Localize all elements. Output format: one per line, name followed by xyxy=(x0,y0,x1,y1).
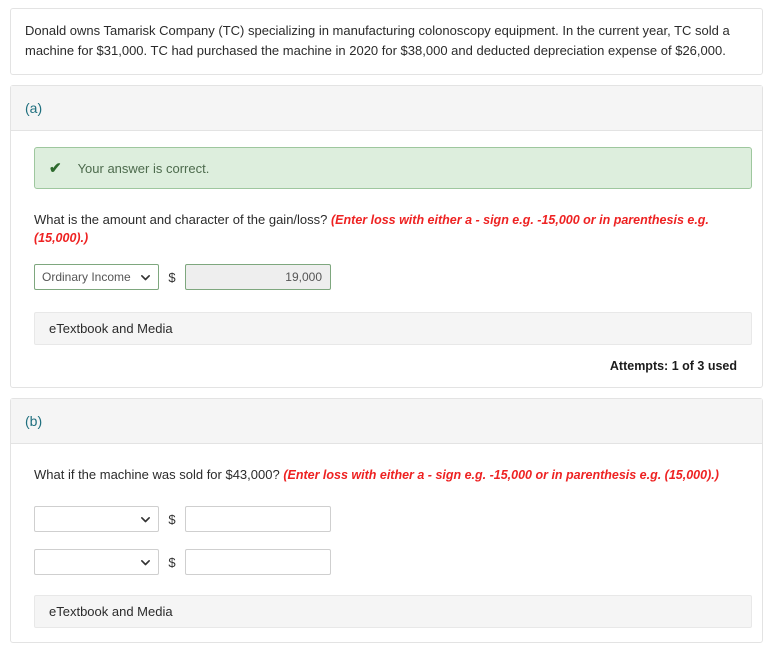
amount-input-b1[interactable] xyxy=(185,506,331,532)
part-a-question-text: What is the amount and character of the … xyxy=(34,212,328,227)
table-row: $ xyxy=(34,549,748,575)
part-a-label: (a) xyxy=(25,100,43,116)
problem-prompt-card: Donald owns Tamarisk Company (TC) specia… xyxy=(10,8,763,75)
part-a-header: (a) xyxy=(11,86,762,131)
chevron-down-icon xyxy=(141,559,150,565)
attempts-counter-a: Attempts: 1 of 3 used xyxy=(609,359,737,373)
chevron-down-icon xyxy=(141,274,150,280)
part-b-hint-text: (Enter loss with either a - sign e.g. -1… xyxy=(283,468,719,482)
part-a-card: (a) ✔ Your answer is correct. What is th… xyxy=(10,85,763,388)
part-a-answer-rows: Ordinary Income $ 19,000 xyxy=(34,264,748,290)
part-b-question: What if the machine was sold for $43,000… xyxy=(34,466,748,484)
etextbook-and-media-a[interactable]: eTextbook and Media xyxy=(34,312,752,345)
character-select-a-value: Ordinary Income xyxy=(42,270,131,284)
etextbook-and-media-b[interactable]: eTextbook and Media xyxy=(34,595,752,628)
part-b-label: (b) xyxy=(25,413,43,429)
table-row: $ xyxy=(34,506,748,532)
part-b-card: (b) What if the machine was sold for $43… xyxy=(10,398,763,643)
answer-correct-text: Your answer is correct. xyxy=(77,160,210,176)
answer-row: Ordinary Income $ 19,000 xyxy=(34,264,748,290)
check-icon: ✔ xyxy=(49,159,62,177)
part-a-body: ✔ Your answer is correct. What is the am… xyxy=(11,131,762,387)
part-b-answer-rows: $ $ xyxy=(34,506,748,575)
amount-input-a[interactable]: 19,000 xyxy=(185,264,331,290)
currency-symbol: $ xyxy=(168,269,176,285)
part-a-question: What is the amount and character of the … xyxy=(34,211,748,247)
currency-symbol: $ xyxy=(168,554,176,570)
character-select-a[interactable]: Ordinary Income xyxy=(34,264,159,290)
part-b-header: (b) xyxy=(11,399,762,444)
assignment-page: Donald owns Tamarisk Company (TC) specia… xyxy=(0,0,773,643)
etextbook-and-media-a-label: eTextbook and Media xyxy=(49,321,173,336)
etextbook-and-media-b-label: eTextbook and Media xyxy=(49,604,173,619)
chevron-down-icon xyxy=(141,516,150,522)
amount-input-a-value: 19,000 xyxy=(285,270,322,284)
part-b-body: What if the machine was sold for $43,000… xyxy=(11,444,762,642)
problem-prompt-text: Donald owns Tamarisk Company (TC) specia… xyxy=(25,23,730,58)
answer-correct-banner: ✔ Your answer is correct. xyxy=(34,147,752,189)
part-b-question-text: What if the machine was sold for $43,000… xyxy=(34,467,280,482)
character-select-b1[interactable] xyxy=(34,506,159,532)
character-select-b2[interactable] xyxy=(34,549,159,575)
amount-input-b2[interactable] xyxy=(185,549,331,575)
currency-symbol: $ xyxy=(168,511,176,527)
